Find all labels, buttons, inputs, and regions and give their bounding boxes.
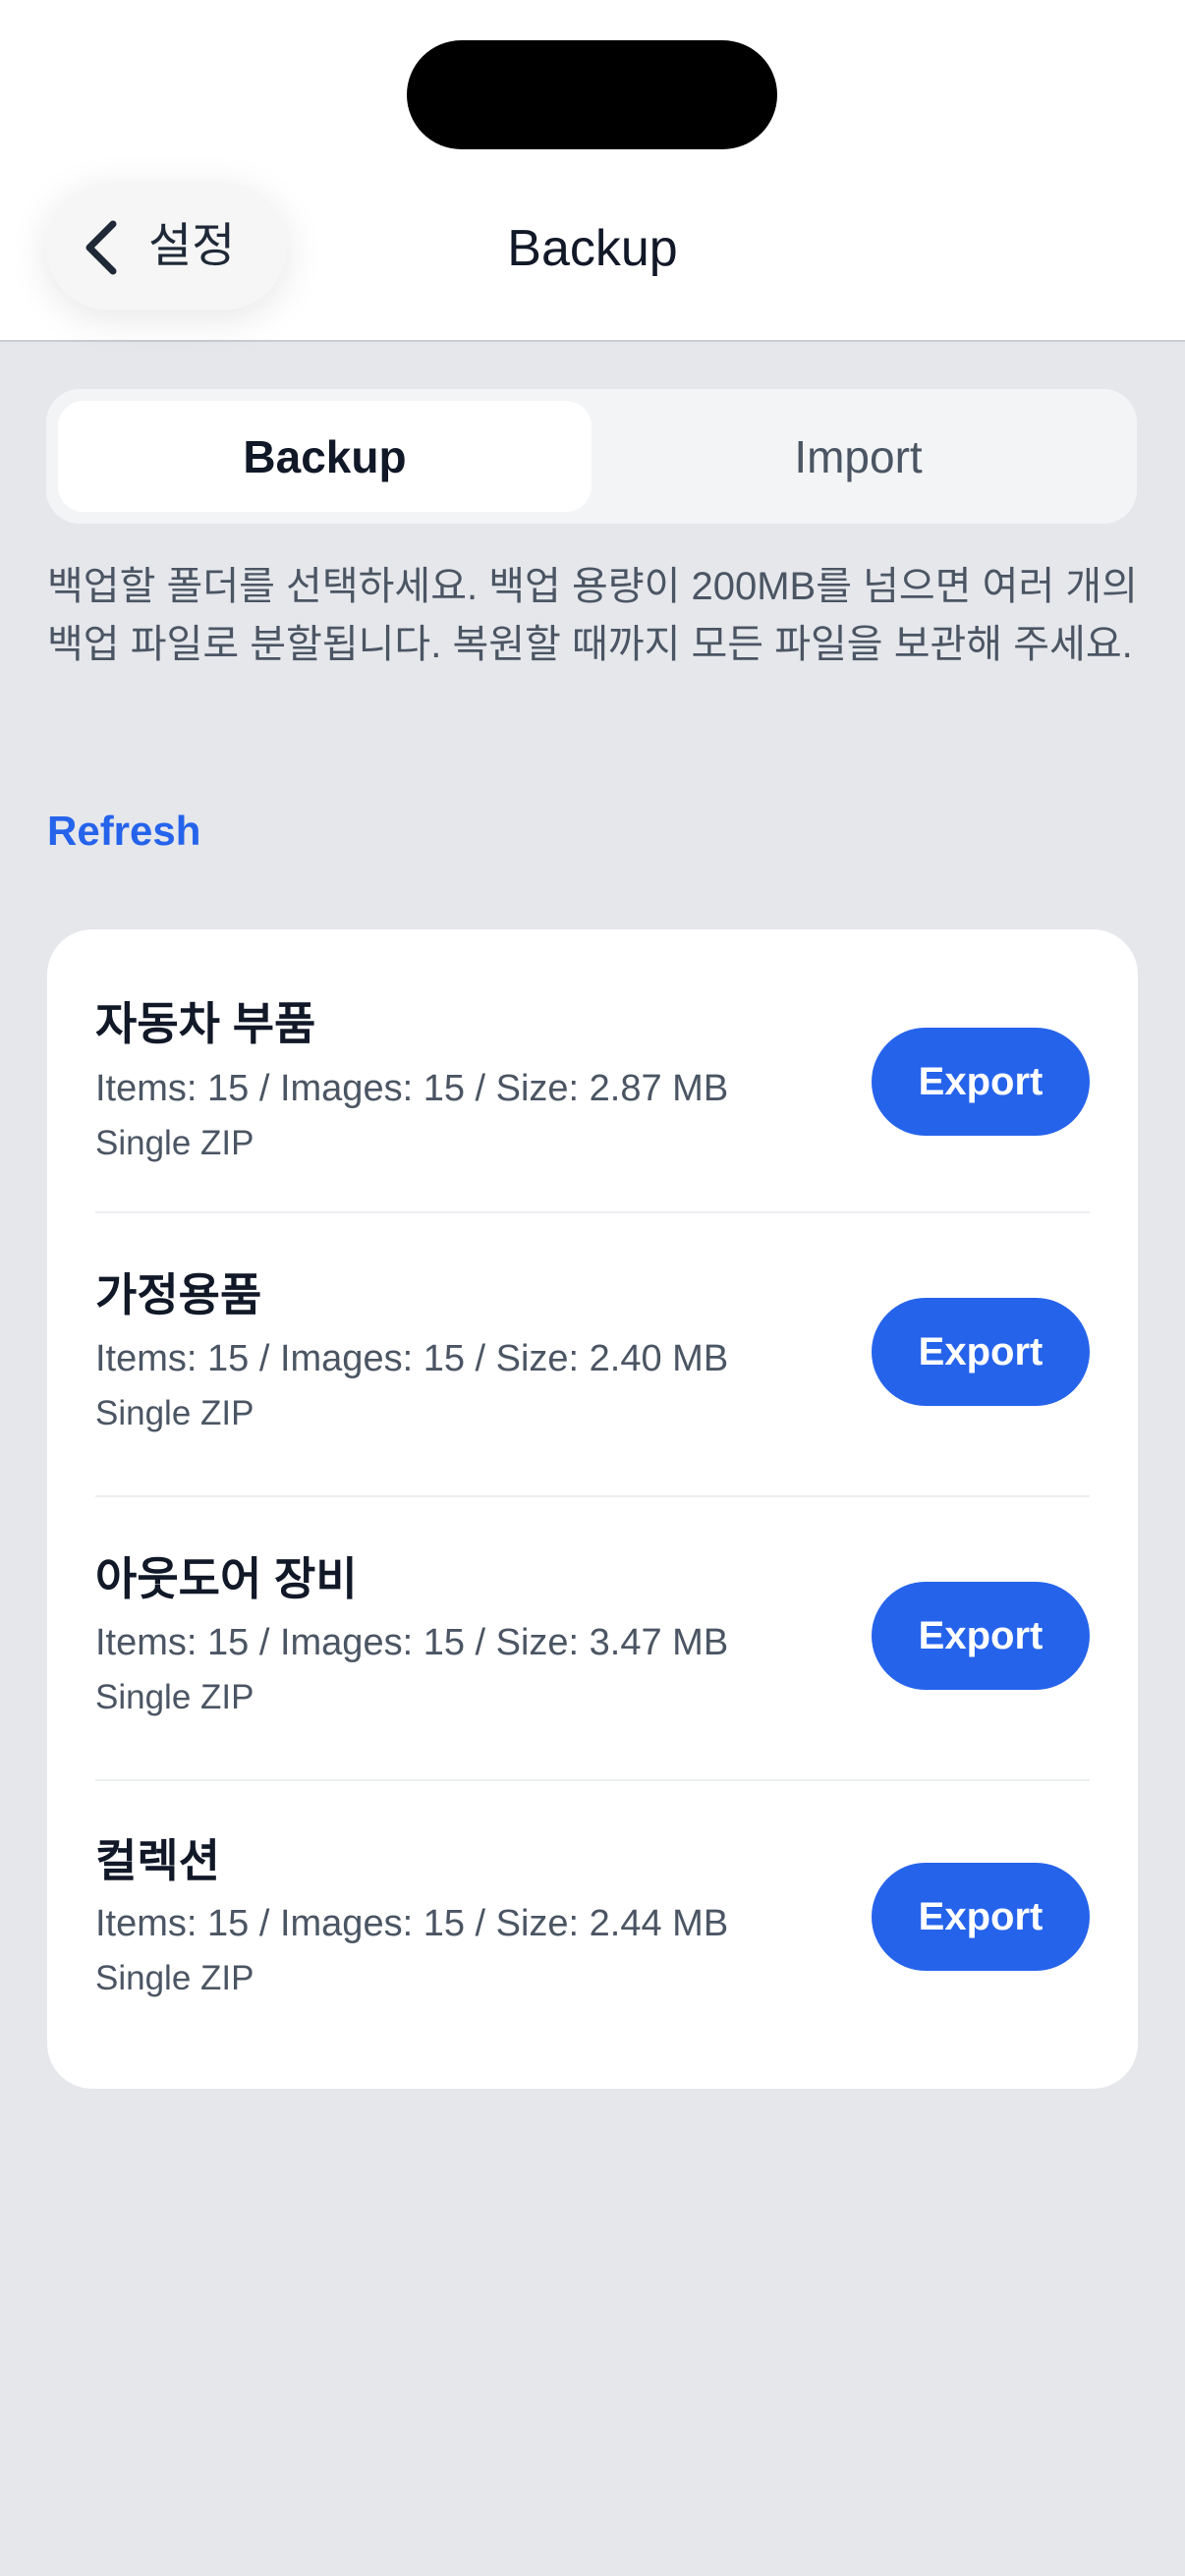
folder-stats: Items: 15 / Images: 15 / Size: 2.44 MB xyxy=(95,1903,729,1944)
folder-stats: Items: 15 / Images: 15 / Size: 3.47 MB xyxy=(95,1622,729,1663)
export-button[interactable]: Export xyxy=(872,1028,1090,1136)
folder-stats: Items: 15 / Images: 15 / Size: 2.87 MB xyxy=(95,1068,729,1109)
backup-description: 백업할 폴더를 선택하세요. 백업 용량이 200MB를 넘으면 여러 개의 백… xyxy=(47,565,1138,666)
folder-row: 가정용품 Items: 15 / Images: 15 / Size: 2.40… xyxy=(95,1213,1090,1497)
folder-row: 자동차 부품 Items: 15 / Images: 15 / Size: 2.… xyxy=(95,929,1090,1213)
tab-backup[interactable]: Backup xyxy=(58,401,592,512)
folder-row: 아웃도어 장비 Items: 15 / Images: 15 / Size: 3… xyxy=(95,1497,1090,1781)
folder-backup-type: Single ZIP xyxy=(95,1124,254,1162)
folder-backup-type: Single ZIP xyxy=(95,1959,254,1997)
folder-list-card: 자동차 부품 Items: 15 / Images: 15 / Size: 2.… xyxy=(47,929,1138,2089)
folder-backup-type: Single ZIP xyxy=(95,1394,254,1432)
folder-name: 컬렉션 xyxy=(95,1835,220,1886)
page-title: Backup xyxy=(507,220,678,277)
export-button[interactable]: Export xyxy=(872,1863,1090,1971)
segmented-control: Backup Import xyxy=(46,389,1137,524)
refresh-link[interactable]: Refresh xyxy=(47,804,200,859)
export-button[interactable]: Export xyxy=(872,1298,1090,1406)
folder-name: 자동차 부품 xyxy=(95,998,316,1049)
folder-backup-type: Single ZIP xyxy=(95,1678,254,1716)
folder-row: 컬렉션 Items: 15 / Images: 15 / Size: 2.44 … xyxy=(95,1781,1090,2065)
folder-stats: Items: 15 / Images: 15 / Size: 2.40 MB xyxy=(95,1338,729,1379)
dynamic-island xyxy=(407,40,777,149)
folder-name: 가정용품 xyxy=(95,1269,262,1320)
nav-header: 설정 Backup xyxy=(0,0,1185,342)
folder-name: 아웃도어 장비 xyxy=(95,1553,358,1604)
export-button[interactable]: Export xyxy=(872,1582,1090,1690)
tab-import[interactable]: Import xyxy=(592,401,1125,512)
